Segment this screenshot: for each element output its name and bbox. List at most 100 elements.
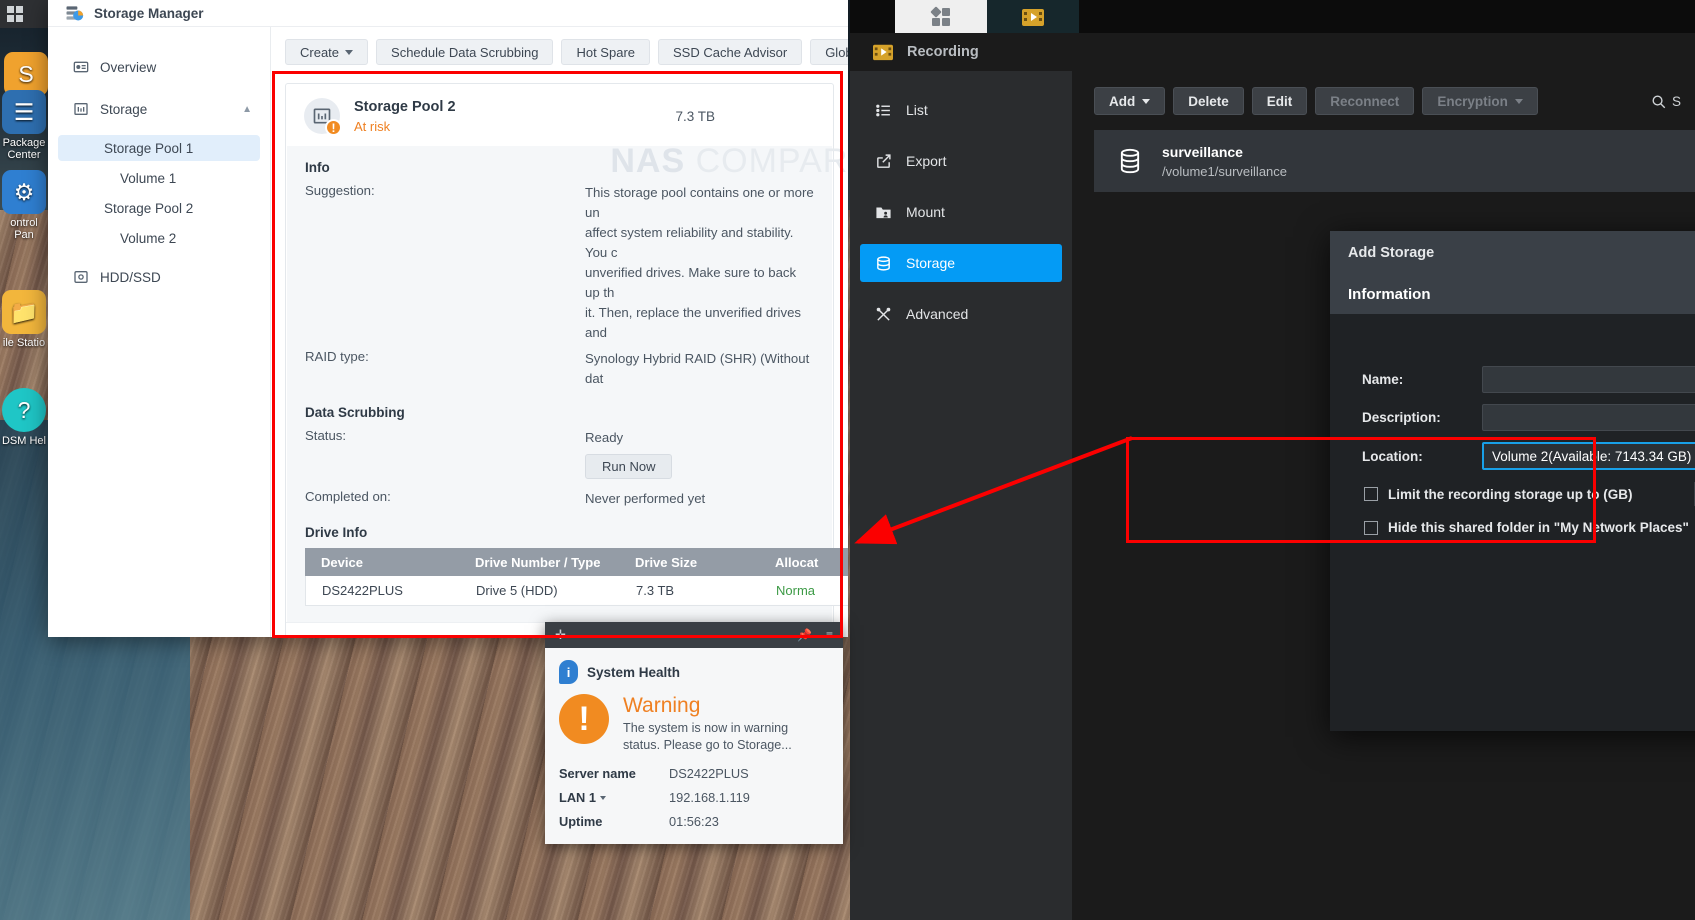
desktop-icon-label: ile Statio bbox=[3, 337, 45, 349]
desktop-icon-package-center[interactable]: ☰ Package Center bbox=[0, 90, 48, 161]
edit-button[interactable]: Edit bbox=[1252, 87, 1308, 115]
add-button[interactable]: Add bbox=[1094, 87, 1165, 115]
desktop-icon-control-panel[interactable]: ⚙ ontrol Pan bbox=[0, 170, 48, 241]
raid-type-label: RAID type: bbox=[305, 349, 585, 389]
recording-app-icon bbox=[872, 42, 894, 62]
location-select[interactable]: Volume 2(Available: 7143.34 GB) bbox=[1482, 442, 1695, 470]
scrub-status-label: Status: bbox=[305, 428, 585, 479]
warning-description-line-2: status. Please go to Storage... bbox=[623, 737, 792, 754]
delete-button[interactable]: Delete bbox=[1173, 87, 1244, 115]
chevron-down-icon bbox=[600, 796, 606, 800]
search-box[interactable]: S bbox=[1651, 94, 1695, 109]
completed-on-row: Completed on: Never performed yet bbox=[305, 489, 814, 509]
sidebar-item-advanced[interactable]: Advanced bbox=[860, 295, 1062, 333]
ssd-cache-advisor-button[interactable]: SSD Cache Advisor bbox=[658, 39, 802, 65]
hdd-icon bbox=[72, 269, 89, 286]
server-name-label: Server name bbox=[559, 766, 669, 781]
suggestion-line-1: This storage pool contains one or more u… bbox=[585, 183, 814, 223]
table-row[interactable]: DS2422PLUS Drive 5 (HDD) 7.3 TB Norma bbox=[305, 576, 848, 606]
surveillance-station-window: Recording List Export bbox=[850, 0, 1695, 920]
limit-storage-row: Limit the recording storage up to (GB) 1… bbox=[1364, 482, 1695, 506]
control-panel-icon: ⚙ bbox=[2, 170, 46, 214]
column-header-drive-size: Drive Size bbox=[635, 555, 775, 570]
widget-window-controls: – 📌 ≡ bbox=[776, 628, 833, 642]
scrub-status-text: Ready bbox=[585, 428, 814, 448]
hot-spare-button[interactable]: Hot Spare bbox=[561, 39, 650, 65]
tab-recording[interactable] bbox=[987, 0, 1079, 33]
system-health-warning: ! Warning The system is now in warning s… bbox=[559, 694, 829, 754]
sidebar-item-label: Volume 1 bbox=[120, 171, 176, 186]
storage-toolbar: Create Schedule Data Scrubbing Hot Spare… bbox=[271, 27, 848, 77]
sidebar-item-storage-pool-2[interactable]: Storage Pool 2 bbox=[58, 195, 260, 221]
tab-apps[interactable] bbox=[895, 0, 987, 33]
cell-drive-size: 7.3 TB bbox=[636, 583, 776, 598]
reconnect-button-label: Reconnect bbox=[1330, 94, 1399, 109]
sidebar-item-label: Storage Pool 2 bbox=[104, 201, 193, 216]
add-storage-header: Add Storage Information bbox=[1330, 231, 1695, 314]
mount-icon bbox=[874, 204, 892, 221]
list-icon bbox=[874, 102, 892, 119]
storage-manager-body: Overview Storage ▲ Storage Pool 1 Volume… bbox=[48, 27, 848, 637]
sidebar-item-label: Storage Pool 1 bbox=[104, 141, 193, 156]
system-health-row-lan[interactable]: LAN 1 192.168.1.119 bbox=[559, 790, 829, 805]
hot-spare-label: Hot Spare bbox=[576, 45, 635, 60]
storage-manager-titlebar: Storage Manager bbox=[48, 0, 848, 27]
pin-icon[interactable]: 📌 bbox=[797, 628, 812, 642]
search-placeholder: S bbox=[1672, 94, 1681, 109]
sidebar-item-storage-pool-1[interactable]: Storage Pool 1 bbox=[58, 135, 260, 161]
add-button-label: Add bbox=[1109, 94, 1135, 109]
location-label: Location: bbox=[1362, 449, 1482, 464]
storage-db-icon bbox=[874, 255, 892, 272]
suggestion-row: Suggestion: This storage pool contains o… bbox=[305, 183, 814, 343]
desktop-icon-file-station[interactable]: 📁 ile Statio bbox=[0, 290, 48, 349]
ssd-cache-advisor-label: SSD Cache Advisor bbox=[673, 45, 787, 60]
chevron-up-icon[interactable]: ▲ bbox=[242, 104, 252, 115]
grid-icon bbox=[929, 5, 953, 29]
storage-icon bbox=[72, 101, 89, 118]
storage-list-item[interactable]: surveillance /volume1/surveillance bbox=[1094, 130, 1695, 192]
app-launcher-icon[interactable] bbox=[6, 5, 24, 23]
sidebar-item-export[interactable]: Export bbox=[860, 142, 1062, 180]
uptime-label: Uptime bbox=[559, 814, 669, 829]
suggestion-line-2: affect system reliability and stability.… bbox=[585, 223, 814, 263]
limit-storage-checkbox[interactable] bbox=[1364, 487, 1378, 501]
desktop-icon-label: ontrol Pan bbox=[10, 217, 38, 241]
system-health-header: i System Health bbox=[559, 660, 829, 684]
encryption-button-label: Encryption bbox=[1437, 94, 1508, 109]
sidebar-item-mount[interactable]: Mount bbox=[860, 193, 1062, 231]
database-icon bbox=[1116, 145, 1144, 177]
sidebar-item-volume-2[interactable]: Volume 2 bbox=[58, 225, 260, 251]
widget-move-handle[interactable]: ✛ bbox=[555, 627, 566, 643]
drive-info-title: Drive Info bbox=[305, 525, 814, 540]
hide-folder-row: Hide this shared folder in "My Network P… bbox=[1364, 520, 1695, 535]
reconnect-button: Reconnect bbox=[1315, 87, 1414, 115]
system-health-title: System Health bbox=[587, 665, 680, 680]
chevron-down-icon bbox=[1515, 99, 1523, 104]
sidebar-item-hdd-ssd[interactable]: HDD/SSD bbox=[58, 261, 260, 293]
sidebar-item-overview[interactable]: Overview bbox=[58, 51, 260, 83]
run-now-button[interactable]: Run Now bbox=[585, 454, 672, 479]
menu-icon[interactable]: ≡ bbox=[826, 628, 833, 642]
storage-pool-header: ! Storage Pool 2 At risk 7.3 TB bbox=[286, 84, 833, 146]
minimize-icon[interactable]: – bbox=[776, 628, 783, 642]
sidebar-item-storage[interactable]: Storage bbox=[860, 244, 1062, 282]
storage-item-name: surveillance bbox=[1162, 144, 1287, 160]
encryption-button: Encryption bbox=[1422, 87, 1538, 115]
limit-storage-label: Limit the recording storage up to (GB) bbox=[1388, 487, 1633, 502]
system-health-row-server-name: Server name DS2422PLUS bbox=[559, 766, 829, 781]
schedule-data-scrubbing-button[interactable]: Schedule Data Scrubbing bbox=[376, 39, 553, 65]
name-field[interactable] bbox=[1482, 366, 1695, 393]
desktop-icon-dsm-help[interactable]: ? DSM Hel bbox=[0, 388, 48, 447]
global-settings-button[interactable]: Globa bbox=[810, 39, 848, 65]
hide-folder-checkbox[interactable] bbox=[1364, 521, 1378, 535]
cell-allocation-status: Norma bbox=[776, 583, 848, 598]
sidebar-item-list[interactable]: List bbox=[860, 91, 1062, 129]
create-button[interactable]: Create bbox=[285, 39, 368, 65]
sidebar-item-volume-1[interactable]: Volume 1 bbox=[58, 165, 260, 191]
suggestion-label: Suggestion: bbox=[305, 183, 585, 343]
cell-device: DS2422PLUS bbox=[306, 583, 476, 598]
description-field[interactable] bbox=[1482, 404, 1695, 431]
table-header-row: Device Drive Number / Type Drive Size Al… bbox=[305, 548, 848, 576]
system-health-row-uptime: Uptime 01:56:23 bbox=[559, 814, 829, 829]
sidebar-item-storage[interactable]: Storage ▲ bbox=[58, 93, 260, 125]
